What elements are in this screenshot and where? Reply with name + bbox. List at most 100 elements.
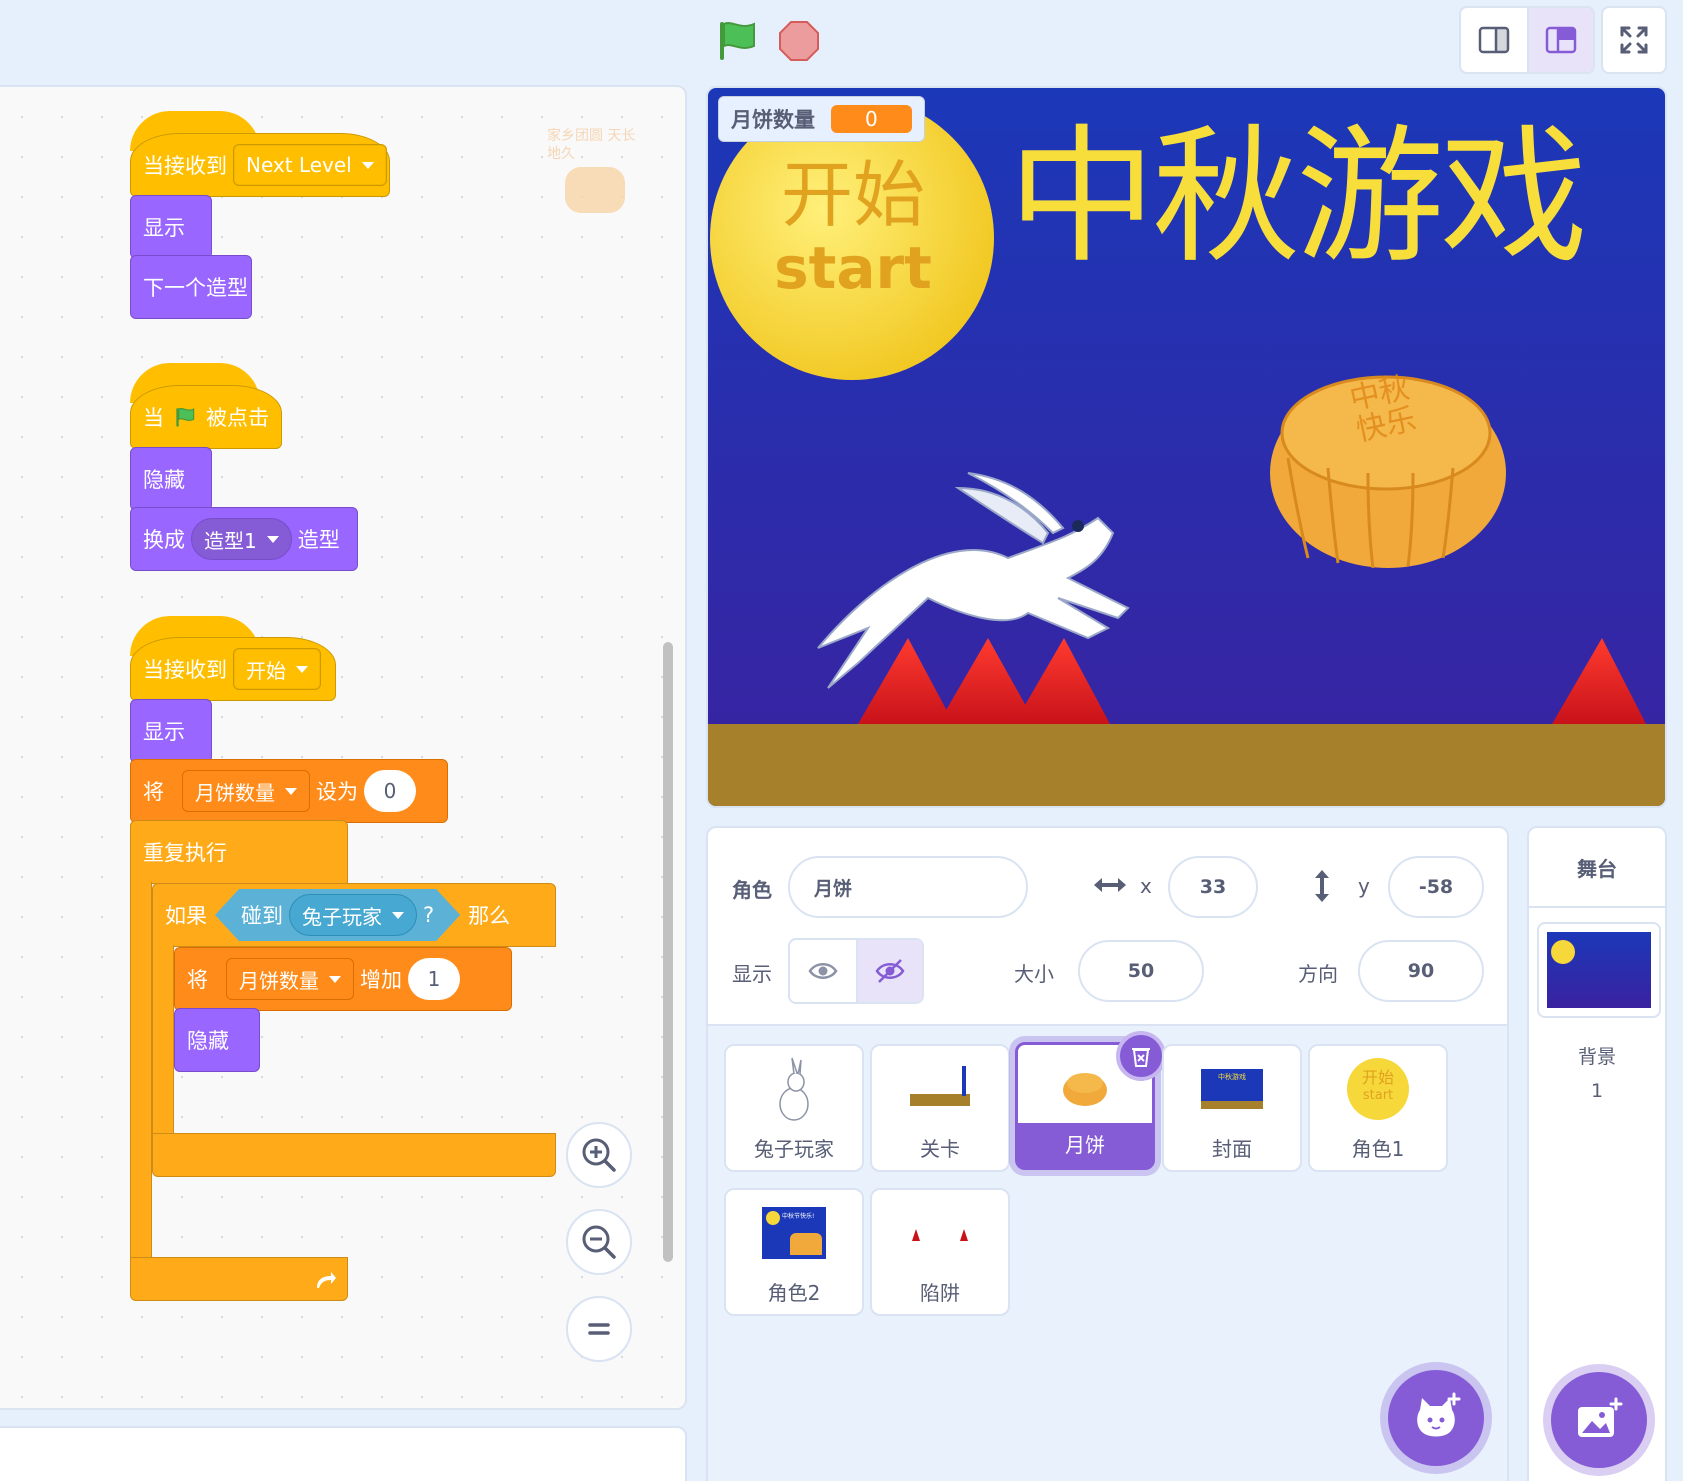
hide-block[interactable]: 隐藏 xyxy=(174,1008,260,1072)
floating-mooncake-icon xyxy=(565,167,625,213)
sprite-tile-sprite2[interactable]: 中秋节快乐! 角色2 xyxy=(724,1188,864,1316)
show-block[interactable]: 显示 xyxy=(130,195,212,259)
floating-sprite-preview: 家乡团圆 天长地久 xyxy=(547,127,637,217)
touch-target-dropdown[interactable]: 兔子玩家 xyxy=(289,894,417,936)
dropdown-value: 月饼数量 xyxy=(239,968,319,993)
show-block[interactable]: 显示 xyxy=(130,699,212,763)
sprite-name: 角色1 xyxy=(1351,1137,1405,1161)
mooncake-icon xyxy=(1063,1073,1107,1106)
x-input[interactable]: 33 xyxy=(1168,856,1258,918)
stage-target-panel[interactable]: 舞台 背景 1 xyxy=(1527,826,1667,1481)
forever-footer xyxy=(130,1257,348,1301)
chevron-down-icon xyxy=(266,535,279,543)
chevron-down-icon xyxy=(361,161,374,169)
game-title: 中秋游戏 xyxy=(1008,111,1588,283)
direction-input[interactable]: 90 xyxy=(1358,940,1484,1002)
when-flag-clicked-block[interactable]: 当 被点击 xyxy=(130,385,282,449)
forever-block[interactable]: 重复执行 xyxy=(130,820,348,884)
variable-dropdown[interactable]: 月饼数量 xyxy=(182,770,310,812)
monitor-value: 0 xyxy=(831,105,912,133)
backdrops-count: 1 xyxy=(1590,1080,1604,1102)
block-label: 将 xyxy=(187,968,208,992)
block-label: 隐藏 xyxy=(143,468,185,492)
when-receive-start-block[interactable]: 当接收到 开始 xyxy=(130,637,336,701)
block-label: 被点击 xyxy=(206,406,269,430)
show-sprite-button[interactable] xyxy=(790,940,856,1002)
block-label: 造型 xyxy=(297,528,340,552)
backdrop-thumbnail[interactable] xyxy=(1537,922,1661,1018)
sprite-thumb xyxy=(726,1046,862,1132)
chevron-down-icon xyxy=(296,665,308,673)
vertical-scrollbar[interactable] xyxy=(663,642,673,1262)
sprite-thumb xyxy=(872,1046,1008,1132)
change-variable-block[interactable]: 将 月饼数量 增加 1 xyxy=(174,947,512,1011)
set-value-input[interactable]: 0 xyxy=(364,770,416,812)
large-stage-button[interactable] xyxy=(1527,8,1593,72)
sprite-tile-sprite1[interactable]: 开始 start 角色1 xyxy=(1308,1044,1448,1172)
block-label: 如果 xyxy=(165,904,207,928)
sprite-name: 月饼 xyxy=(1018,1123,1152,1167)
block-label: 碰到 xyxy=(241,904,283,928)
hide-block[interactable]: 隐藏 xyxy=(130,447,212,511)
block-label: ? xyxy=(423,903,435,927)
sprite-tile-mooncake[interactable]: 月饼 xyxy=(1015,1031,1166,1170)
add-backdrop-button[interactable] xyxy=(1551,1372,1647,1468)
cover-thumb-text: 中秋游戏 xyxy=(1218,1073,1246,1081)
image-plus-icon xyxy=(1578,1397,1623,1437)
y-input[interactable]: -58 xyxy=(1388,856,1484,918)
dropdown-value: 兔子玩家 xyxy=(302,904,382,929)
cat-plus-icon xyxy=(1417,1392,1461,1437)
eye-icon xyxy=(808,963,838,979)
block-label: 增加 xyxy=(360,968,402,992)
dropdown-value: 造型1 xyxy=(204,528,257,553)
delete-sprite-button[interactable] xyxy=(1116,1031,1166,1081)
sprite-tile-rabbit-player[interactable]: 兔子玩家 xyxy=(724,1044,864,1172)
small-stage-button[interactable] xyxy=(1461,8,1527,72)
sprite-thumb xyxy=(872,1190,1008,1276)
sprite-name-input[interactable]: 月饼 xyxy=(788,856,1028,918)
greeting-card-thumbnail: 中秋节快乐! xyxy=(762,1207,826,1259)
x-label: x xyxy=(1140,874,1152,898)
costume-dropdown[interactable]: 造型1 xyxy=(191,518,292,560)
zoom-in-button[interactable] xyxy=(566,1122,632,1188)
sprite-tile-level[interactable]: 关卡 xyxy=(870,1044,1010,1172)
sprite-tile-cover[interactable]: 中秋游戏 封面 xyxy=(1162,1044,1302,1172)
stop-button[interactable] xyxy=(776,18,822,64)
block-label: 换成 xyxy=(143,528,185,552)
variable-monitor[interactable]: 月饼数量 0 xyxy=(718,96,925,142)
switch-costume-block[interactable]: 换成 造型1 造型 xyxy=(130,507,358,571)
stop-icon xyxy=(779,21,819,61)
code-workspace[interactable]: 家乡团圆 天长地久 当接收到 Next Level 显示 下一个造型 当 被点击… xyxy=(0,85,687,1410)
zoom-out-button[interactable] xyxy=(566,1209,632,1275)
start-button-thumbnail: 开始 start xyxy=(1347,1058,1409,1120)
message-dropdown[interactable]: Next Level xyxy=(233,144,387,186)
set-variable-block[interactable]: 将 月饼数量 设为 0 xyxy=(130,759,448,823)
change-value-input[interactable]: 1 xyxy=(408,958,460,1000)
moon-button-text[interactable]: 开始 start xyxy=(728,152,978,298)
greeting-thumb-text: 中秋节快乐! xyxy=(782,1213,815,1220)
large-stage-icon xyxy=(1545,26,1577,54)
y-label: y xyxy=(1358,874,1370,898)
chevron-down-icon xyxy=(392,912,404,919)
sprite-thumb: 中秋节快乐! xyxy=(726,1190,862,1276)
zoom-reset-button[interactable] xyxy=(566,1296,632,1362)
add-sprite-button[interactable] xyxy=(1388,1370,1484,1466)
hide-sprite-button[interactable] xyxy=(855,940,922,1002)
block-label: 重复执行 xyxy=(143,841,227,865)
stage[interactable]: 开始 start 中秋游戏 中秋 快乐 月饼数量 0 xyxy=(706,86,1667,808)
message-dropdown[interactable]: 开始 xyxy=(233,648,321,690)
green-flag-button[interactable] xyxy=(714,18,760,64)
sprite-tile-trap[interactable]: 陷阱 xyxy=(870,1188,1010,1316)
size-input[interactable]: 50 xyxy=(1078,940,1204,1002)
thumb-text-cn: 开始 xyxy=(1361,1068,1394,1087)
fullscreen-button[interactable] xyxy=(1601,6,1667,74)
touching-block[interactable]: 碰到 兔子玩家 ? xyxy=(215,889,460,941)
when-receive-block[interactable]: 当接收到 Next Level xyxy=(130,133,390,197)
if-block[interactable]: 如果 碰到 兔子玩家 ? 那么 xyxy=(152,883,556,947)
bottom-panel xyxy=(0,1426,687,1481)
variable-dropdown[interactable]: 月饼数量 xyxy=(226,958,354,1000)
level-icon xyxy=(910,1066,970,1106)
block-label: 下一个造型 xyxy=(143,276,248,300)
cover-thumbnail: 中秋游戏 xyxy=(1201,1069,1263,1109)
next-costume-block[interactable]: 下一个造型 xyxy=(130,255,252,319)
